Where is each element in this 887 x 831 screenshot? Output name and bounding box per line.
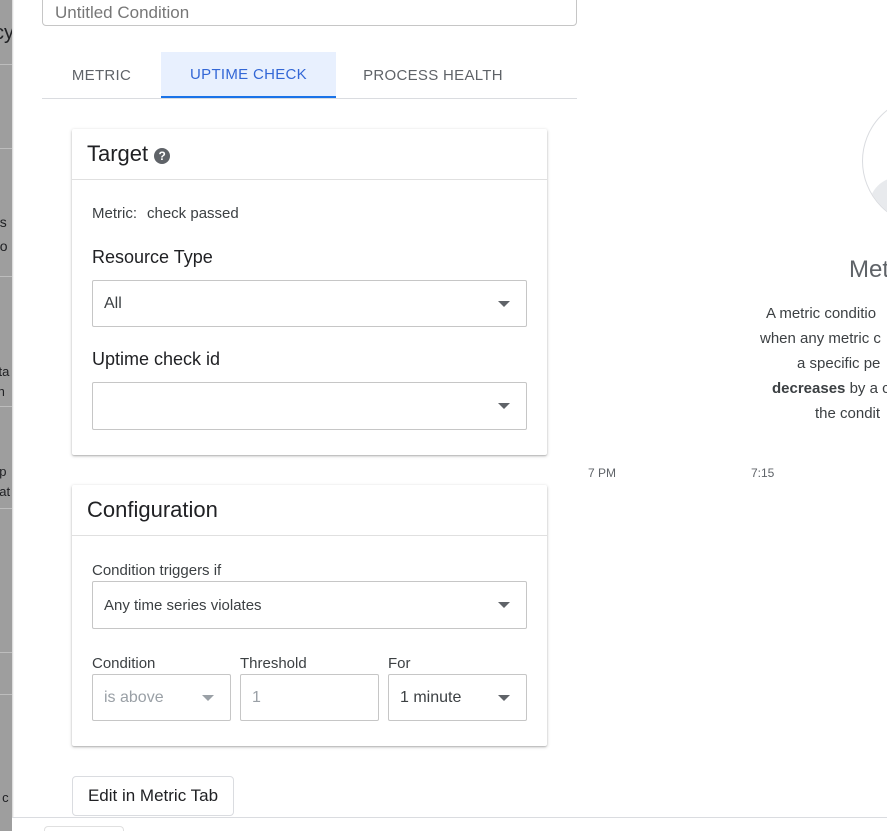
bottom-action-bar (12, 817, 887, 831)
bg-divider (0, 406, 12, 407)
configuration-card-header: Configuration (72, 485, 547, 536)
condition-triggers-value: Any time series violates (104, 596, 262, 614)
resource-type-value: All (104, 294, 122, 312)
empty-state-description: A metric conditio when any metric c a sp… (740, 301, 887, 426)
tab-metric[interactable]: METRIC (42, 52, 161, 98)
bg-divider (0, 276, 12, 277)
for-label: For (388, 655, 411, 672)
emphasis-text: decreases (772, 380, 846, 397)
bg-divider (0, 148, 12, 149)
condition-triggers-select[interactable]: Any time series violates (92, 581, 527, 629)
chevron-down-icon (498, 300, 510, 307)
bg-fragment: up (0, 464, 7, 479)
chevron-down-icon (498, 694, 510, 701)
chart-x-tick: 7:15 (751, 466, 775, 480)
edit-in-metric-tab-button[interactable]: Edit in Metric Tab (72, 776, 234, 816)
condition-type-tabs: METRIC UPTIME CHECK PROCESS HEALTH (42, 52, 577, 99)
empty-desc-line: A metric conditio (766, 305, 877, 322)
threshold-placeholder: 1 (252, 688, 261, 706)
threshold-label: Threshold (240, 655, 307, 672)
illustration-shape (869, 177, 887, 225)
configuration-card: Configuration Condition triggers if Any … (72, 485, 547, 746)
help-icon[interactable]: ? (154, 147, 171, 164)
bg-fragment: os (0, 214, 7, 230)
panel-shadow (12, 0, 14, 831)
configuration-title: Configuration (87, 497, 218, 522)
bg-fragment: s c (0, 790, 9, 805)
empty-state-illustration (862, 96, 887, 226)
for-duration-select[interactable]: 1 minute (388, 674, 527, 721)
empty-desc-fragment: by a c (845, 380, 887, 397)
bg-divider (0, 64, 12, 65)
bg-divider (0, 694, 12, 695)
condition-label: Condition (92, 655, 156, 672)
target-card: Target ? Metric: check passed Resource Ty… (72, 129, 547, 455)
metric-value: check passed (147, 205, 239, 222)
bg-fragment: th (0, 384, 5, 399)
chevron-down-icon (202, 694, 214, 701)
metric-summary: Metric: check passed (92, 205, 239, 222)
uptime-check-id-select[interactable] (92, 382, 527, 430)
empty-desc-line: the condit (815, 405, 881, 422)
empty-desc-line: a specific pe (797, 355, 881, 372)
condition-triggers-label: Condition triggers if (92, 562, 222, 579)
resource-type-select[interactable]: All (92, 280, 527, 327)
condition-title-input[interactable]: Untitled Condition (42, 0, 577, 26)
background-page: cy os oo sta th up eat s c (0, 0, 12, 831)
empty-desc-line: when any metric c (760, 330, 881, 347)
target-card-header: Target ? (72, 129, 547, 180)
bg-fragment: sta (0, 364, 10, 379)
resource-type-label: Resource Type (92, 247, 213, 267)
bg-divider (0, 652, 12, 653)
condition-editor-page: cy os oo sta th up eat s c Untitled Cond… (0, 0, 887, 831)
empty-state-title: Met (849, 256, 887, 283)
condition-select[interactable]: is above (92, 674, 231, 721)
tab-process-health[interactable]: PROCESS HEALTH (336, 52, 530, 98)
condition-value: is above (104, 688, 164, 706)
for-duration-value: 1 minute (400, 688, 462, 706)
chevron-down-icon (498, 602, 510, 608)
chevron-down-icon (498, 403, 510, 409)
bottom-button-stub[interactable] (44, 826, 124, 831)
chart-x-tick: 7 PM (588, 466, 617, 480)
bg-fragment: oo (0, 238, 8, 254)
empty-desc-line: decreases by a c (740, 376, 887, 401)
target-title: Target (87, 141, 149, 166)
tab-uptime-check[interactable]: UPTIME CHECK (161, 52, 336, 98)
uptime-check-id-label: Uptime check id (92, 349, 221, 369)
bg-fragment: cy (0, 22, 12, 44)
threshold-input[interactable]: 1 (240, 674, 379, 721)
bg-divider (0, 508, 12, 509)
bg-fragment: eat (0, 484, 11, 499)
metric-label: Metric: (92, 205, 137, 222)
